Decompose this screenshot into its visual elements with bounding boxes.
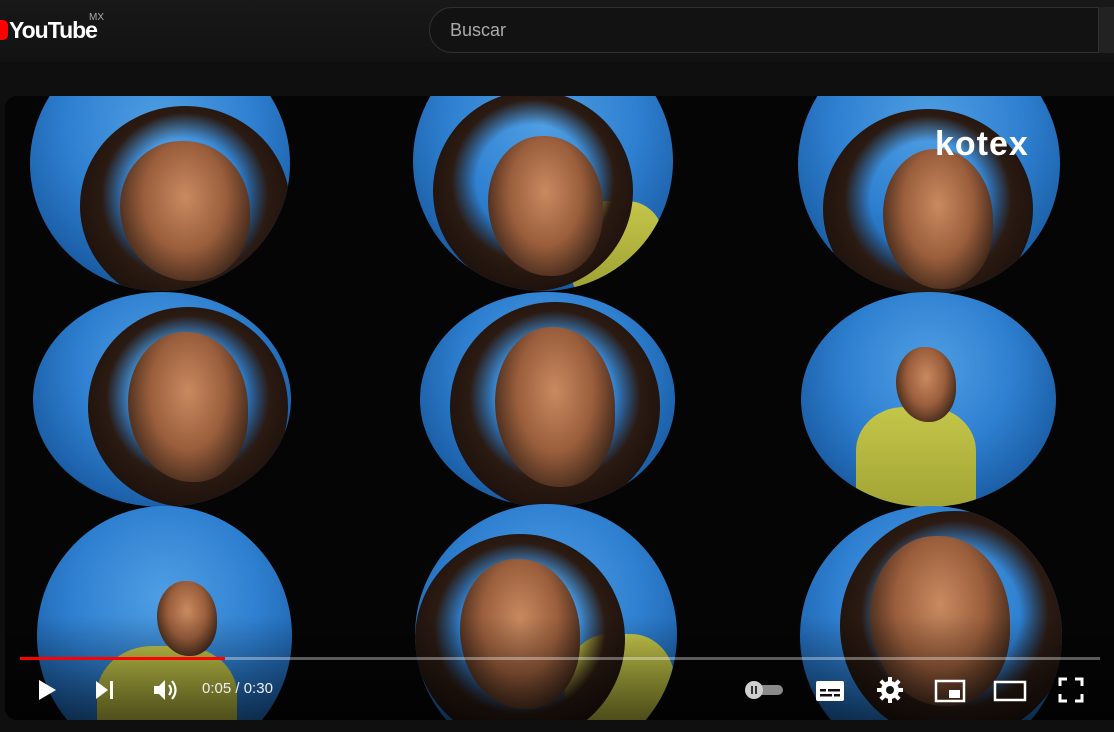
- duration: 0:30: [243, 680, 273, 697]
- theater-mode-button[interactable]: [992, 676, 1028, 706]
- subtitles-icon: [816, 681, 844, 701]
- theater-mode-icon: [993, 680, 1027, 702]
- fullscreen-icon: [1058, 677, 1084, 703]
- video-portrait-circle: [801, 292, 1056, 507]
- progress-bar[interactable]: [20, 657, 1100, 660]
- miniplayer-button[interactable]: [933, 676, 967, 706]
- next-button[interactable]: [91, 676, 119, 704]
- time-display: 0:05 / 0:30: [202, 680, 273, 697]
- search-box: [429, 7, 1114, 53]
- volume-icon: [154, 680, 177, 700]
- subtitles-button[interactable]: [813, 676, 847, 706]
- settings-button[interactable]: [874, 674, 906, 706]
- video-portrait-circle: [413, 96, 673, 291]
- video-portrait-circle: [420, 292, 675, 507]
- time-separator: /: [231, 680, 244, 697]
- video-portrait-circle: [33, 292, 291, 507]
- miniplayer-icon: [934, 679, 966, 703]
- autoplay-toggle[interactable]: [742, 678, 786, 702]
- next-icon: [96, 681, 113, 699]
- progress-played: [20, 657, 226, 660]
- brand-watermark: kotex: [935, 125, 1029, 163]
- youtube-logo-icon: [0, 20, 8, 40]
- masthead: YouTube MX: [0, 0, 1114, 62]
- fullscreen-button[interactable]: [1055, 674, 1087, 706]
- search-button[interactable]: [1098, 7, 1114, 53]
- current-time: 0:05: [202, 680, 232, 697]
- play-button[interactable]: [33, 676, 61, 704]
- settings-icon: [877, 677, 903, 703]
- autoplay-toggle-icon: [745, 681, 783, 699]
- volume-button[interactable]: [150, 674, 182, 706]
- video-portrait-circle: [30, 96, 290, 291]
- youtube-logo[interactable]: YouTube MX: [0, 12, 104, 45]
- play-icon: [39, 680, 56, 700]
- search-input[interactable]: [430, 9, 1092, 51]
- video-player[interactable]: kotex 0:05 / 0:30: [5, 96, 1114, 720]
- logo-text: YouTube: [9, 16, 98, 43]
- region-code: MX: [89, 12, 104, 23]
